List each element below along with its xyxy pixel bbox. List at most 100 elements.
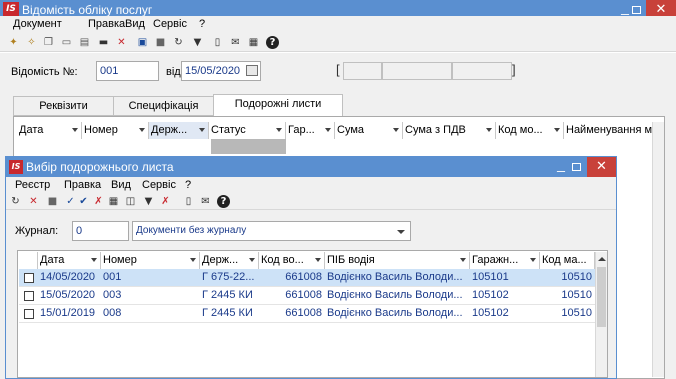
new-copy-icon[interactable]: ✧ (25, 36, 38, 49)
tab-requisites[interactable]: Реквізити (13, 96, 114, 116)
col-header-plate[interactable]: Держ... (200, 252, 259, 269)
col-header-status[interactable]: Статус (209, 122, 286, 139)
dialog-maximize-button[interactable] (569, 159, 585, 175)
col-header-sum-vat[interactable]: Сума з ПДВ (403, 122, 496, 139)
cell-driver-name: Водієнко Василь Володи... (327, 289, 463, 301)
dialog-title: Вибір подорожнього листа (26, 160, 174, 174)
menu-registry[interactable]: Реєстр (15, 179, 50, 191)
cell-car-code: 10510 (561, 271, 592, 283)
save-icon[interactable]: ▣ (136, 36, 149, 49)
sort-arrow-icon (199, 128, 205, 132)
app-logo-icon: IS (3, 2, 19, 17)
col-header-plate[interactable]: Держ... (149, 122, 209, 139)
clipboard-icon[interactable]: ▤ (78, 36, 91, 49)
scrollbar[interactable] (652, 122, 664, 377)
calculator-icon[interactable]: ▦ (247, 36, 260, 49)
table-row[interactable]: 15/05/2020 003 Г 2445 КИ 661008 Водієнко… (19, 287, 595, 305)
col-header-car-code[interactable]: Код ма... (540, 252, 595, 269)
attach-icon[interactable]: ▯ (211, 36, 224, 49)
tab-waybills[interactable]: Подорожні листи (213, 94, 343, 117)
mail-icon[interactable]: ✉ (229, 36, 242, 49)
refresh-icon[interactable]: ↻ (172, 36, 185, 49)
filter-icon[interactable]: ▼ (191, 36, 204, 49)
scroll-up-icon[interactable] (598, 257, 606, 261)
view-icon[interactable]: ◫ (124, 195, 137, 208)
sort-arrow-icon (315, 258, 321, 262)
date-value: 15/05/2020 (185, 65, 241, 77)
uncheck-icon[interactable]: ✗ (92, 195, 105, 208)
cell-date: 15/01/2019 (40, 307, 96, 319)
cell-driver-code: 661008 (285, 289, 322, 301)
refresh-icon[interactable]: ↻ (9, 195, 22, 208)
copy-icon[interactable]: ❐ (42, 36, 55, 49)
menu-view[interactable]: Вид (111, 179, 131, 191)
col-header-sum[interactable]: Сума (335, 122, 403, 139)
row-checkbox[interactable] (24, 309, 34, 319)
menu-edit[interactable]: Правка (64, 179, 101, 191)
tab-specification[interactable]: Специфікація (113, 96, 214, 116)
status-cell (382, 62, 452, 80)
col-header-model-name[interactable]: Найменування м... (564, 122, 654, 139)
row-checkbox[interactable] (24, 291, 34, 301)
calendar-icon[interactable] (246, 65, 258, 76)
print-icon[interactable]: ▬ (97, 36, 110, 49)
help-icon[interactable]: ? (266, 36, 279, 49)
table-row[interactable]: 14/05/2020 001 Г 675-22... 661008 Водієн… (19, 269, 595, 287)
table-icon[interactable]: ▦ (107, 195, 120, 208)
scroll-thumb[interactable] (597, 267, 606, 327)
cell-garage: 105102 (472, 289, 509, 301)
sort-arrow-icon (276, 128, 282, 132)
pin-icon[interactable]: ✗ (159, 195, 172, 208)
menu-document[interactable]: Документ (13, 18, 62, 30)
waybill-select-grid: Дата Номер Держ... Код во... ПІБ водія Г… (17, 250, 608, 378)
cell-date: 15/05/2020 (40, 289, 96, 301)
menu-edit[interactable]: Правка (88, 18, 125, 30)
help-icon[interactable]: ? (217, 195, 230, 208)
col-header-driver-name[interactable]: ПІБ водія (325, 252, 470, 269)
menu-service[interactable]: Сервіс (153, 18, 187, 30)
delete-icon[interactable]: ✕ (115, 36, 128, 49)
paste-icon[interactable]: ▭ (60, 36, 73, 49)
col-header-model-code[interactable]: Код мо... (496, 122, 564, 139)
main-menu-bar: Документ Правка Вид Сервіс ? (0, 16, 676, 34)
filter-icon[interactable]: ▼ (142, 195, 155, 208)
chevron-down-icon (397, 230, 405, 234)
new-doc-icon[interactable]: ✦ (7, 36, 20, 49)
attach-icon[interactable]: ▯ (182, 195, 195, 208)
sort-arrow-icon (554, 128, 560, 132)
menu-view[interactable]: Вид (125, 18, 145, 30)
col-header-garage[interactable]: Гар... (286, 122, 335, 139)
journal-number-field[interactable]: 0 (72, 221, 129, 241)
delete-icon[interactable]: ✕ (27, 195, 40, 208)
col-header-number[interactable]: Номер (82, 122, 149, 139)
mail-icon[interactable]: ✉ (199, 195, 212, 208)
journal-label: Журнал: (15, 225, 59, 237)
journal-select[interactable]: Документи без журналу (132, 221, 411, 241)
check-all-icon[interactable]: ✔ (77, 195, 90, 208)
app-logo-icon: IS (9, 160, 23, 174)
menu-help[interactable]: ? (199, 18, 205, 30)
comment-icon[interactable]: ■ (46, 195, 59, 208)
cell-driver-name: Водієнко Василь Володи... (327, 271, 463, 283)
table-row[interactable]: 15/01/2019 008 Г 2445 КИ 661008 Водієнко… (19, 305, 595, 323)
dialog-minimize-button[interactable]: _ (551, 157, 571, 177)
row-checkbox[interactable] (24, 273, 34, 283)
col-header-driver-code[interactable]: Код во... (259, 252, 325, 269)
journal-select-value: Документи без журналу (136, 225, 247, 236)
dialog-menu-bar: Реєстр Правка Вид Сервіс ? (6, 177, 616, 193)
col-header-number[interactable]: Номер (101, 252, 200, 269)
dialog-scrollbar[interactable] (595, 252, 607, 377)
col-header-date[interactable]: Дата (38, 252, 101, 269)
col-header-garage[interactable]: Гаражн... (470, 252, 540, 269)
dialog-close-button[interactable]: ✕ (587, 157, 616, 177)
menu-help[interactable]: ? (185, 179, 191, 191)
cell-number: 001 (103, 271, 122, 283)
sort-arrow-icon (190, 258, 196, 262)
comment-icon[interactable]: ■ (154, 36, 167, 49)
menu-service[interactable]: Сервіс (142, 179, 176, 191)
cell-car-code: 10510 (561, 307, 592, 319)
check-icon[interactable]: ✓ (64, 195, 77, 208)
statement-number-field[interactable]: 001 (96, 61, 159, 81)
select-waybill-dialog: IS Вибір подорожнього листа _ ✕ Реєстр П… (5, 156, 617, 379)
col-header-date[interactable]: Дата (17, 122, 82, 139)
